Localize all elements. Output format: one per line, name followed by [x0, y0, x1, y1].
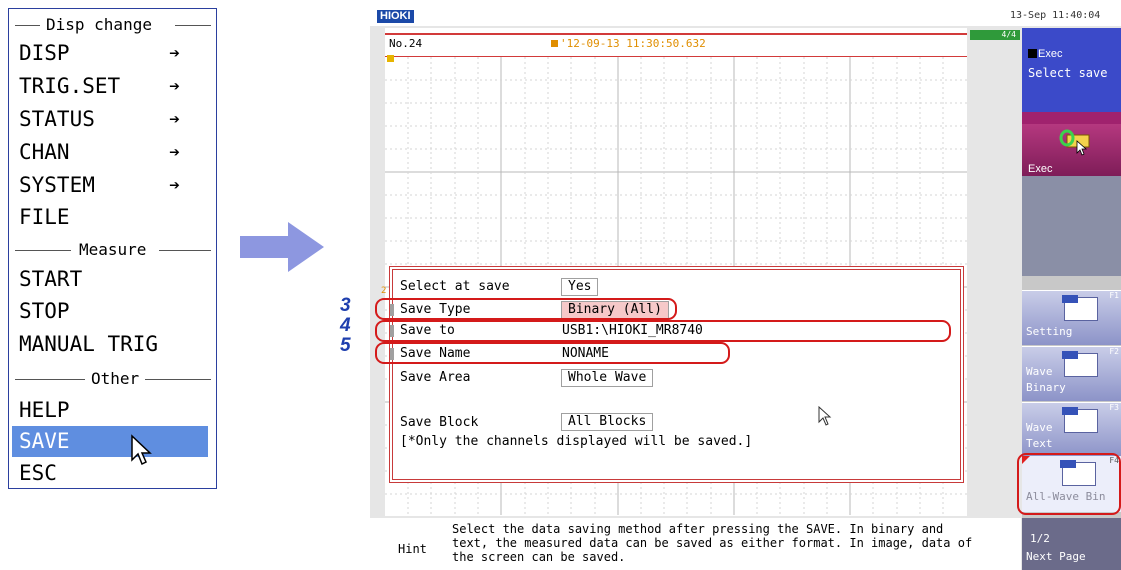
f1-label: Setting: [1026, 325, 1073, 338]
trigger-time: '12-09-13 11:30:50.632: [551, 37, 706, 50]
highlight-save-to: [375, 320, 951, 342]
cursor-icon: [131, 434, 152, 466]
hint-label: Hint: [398, 542, 427, 556]
cursor-icon: [818, 406, 832, 426]
f5-page-label: 1/2: [1030, 532, 1050, 545]
menu-item-status[interactable]: STATUS ➔: [9, 104, 216, 135]
menu-item-file[interactable]: FILE: [9, 202, 216, 233]
f3-key-label: F3: [1109, 403, 1119, 412]
record-bar: [385, 33, 967, 35]
menu-item-chan[interactable]: CHAN ➔: [9, 137, 216, 168]
right-arrow-icon: ➔: [169, 76, 180, 97]
save-block-value[interactable]: All Blocks: [561, 413, 654, 431]
status-bar: [370, 8, 1121, 26]
exec-subtitle: Select save: [1028, 66, 1108, 80]
hint-text: Select the data saving method after pres…: [452, 522, 973, 564]
f2-label-1: Wave: [1026, 365, 1053, 378]
f5-next-page-label: Next Page: [1026, 550, 1086, 563]
transition-arrow-icon: [240, 222, 324, 272]
section-other-label: Other: [91, 369, 140, 388]
save-block-label: Save Block: [400, 415, 479, 430]
f2-label-2: Binary: [1026, 381, 1066, 394]
right-arrow-icon: ➔: [169, 142, 180, 163]
section-disp-change-label: Disp change: [46, 15, 152, 34]
select-at-save-value[interactable]: Yes: [561, 278, 599, 296]
right-arrow-icon: ➔: [169, 109, 180, 130]
callout-3: 3: [340, 295, 351, 316]
menu-item-system[interactable]: SYSTEM ➔: [9, 170, 216, 201]
right-arrow-icon: ➔: [169, 175, 180, 196]
f2-wave-binary-button[interactable]: F2 Wave Binary: [1022, 346, 1121, 401]
right-arrow-icon: ➔: [169, 43, 180, 64]
section-measure-label: Measure: [79, 240, 147, 259]
menu-item-manual-trig[interactable]: MANUAL TRIG: [9, 329, 216, 360]
f3-label-1: Wave: [1026, 421, 1053, 434]
save-area-value[interactable]: Whole Wave: [561, 369, 654, 387]
callout-4: 4: [340, 315, 351, 336]
highlight-save-name: [375, 342, 730, 364]
callout-5: 5: [340, 335, 351, 356]
menu-item-esc[interactable]: ESC: [9, 458, 216, 489]
f2-key-label: F2: [1109, 347, 1119, 356]
save-note: [*Only the channels displayed will be sa…: [400, 434, 753, 449]
menu-item-stop[interactable]: STOP: [9, 296, 216, 327]
save-area-label: Save Area: [400, 370, 471, 385]
highlight-save-type: [375, 298, 677, 320]
menu-item-disp[interactable]: DISP ➔: [9, 38, 216, 69]
save-menu-panel: Disp change DISP ➔ TRIG.SET ➔ STATUS ➔ CHAN…: [8, 8, 217, 489]
record-number: No.24: [389, 37, 423, 50]
highlight-f4: [1017, 453, 1121, 515]
trigger-icon: [551, 40, 558, 47]
section-measure: Measure: [9, 240, 216, 260]
section-disp-change: Disp change: [9, 15, 216, 35]
f3-wave-text-button[interactable]: F3 Wave Text: [1022, 402, 1121, 457]
clock: 13-Sep 11:40:04: [1010, 10, 1101, 21]
page-indicator: 4/4: [970, 30, 1020, 40]
section-other: Other: [9, 369, 216, 389]
f3-label-2: Text: [1026, 437, 1053, 450]
f1-setting-button[interactable]: F1 Setting: [1022, 290, 1121, 345]
exec-save-icon: [1059, 129, 1090, 156]
exec-title: Exec: [1028, 48, 1062, 60]
menu-item-trig-set[interactable]: TRIG.SET ➔: [9, 71, 216, 102]
menu-item-help[interactable]: HELP: [9, 395, 216, 426]
select-at-save-label: Select at save: [400, 279, 510, 294]
menu-item-start[interactable]: START: [9, 264, 216, 295]
channel-marker: 2: [381, 286, 387, 296]
f1-key-label: F1: [1109, 291, 1119, 300]
menu-item-save[interactable]: SAVE: [12, 426, 208, 457]
exec-button-label: Exec: [1028, 163, 1053, 175]
hioki-logo: HIOKI: [377, 10, 414, 23]
square-icon: [1028, 49, 1037, 58]
